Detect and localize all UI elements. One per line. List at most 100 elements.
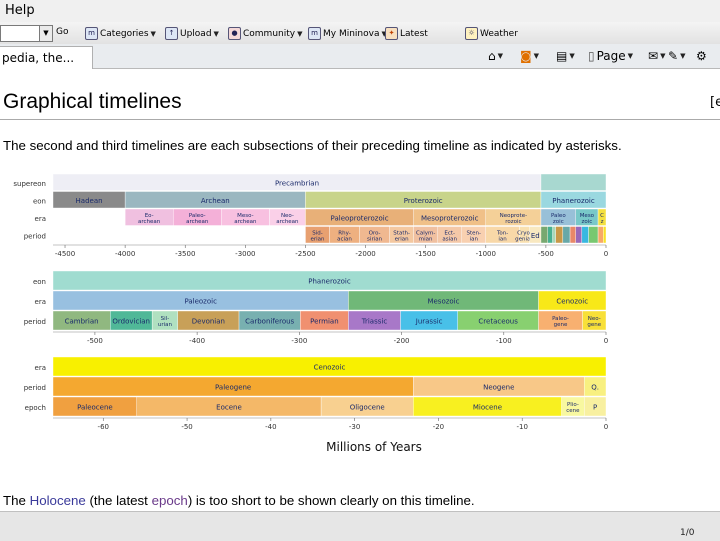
axis-tick-label: -500 — [87, 337, 103, 345]
timeline-bar-label: Cretaceous — [478, 318, 518, 326]
menu-help[interactable]: Help — [5, 3, 35, 18]
axis-tick-label: -100 — [496, 337, 512, 345]
timeline-bar — [603, 226, 607, 244]
timeline-bar-label: Cenozoic — [556, 298, 588, 306]
print-button[interactable]: ▤ ▼ — [556, 49, 575, 63]
rss-icon: ◙ — [520, 49, 532, 63]
row-label-epoch: epoch — [25, 404, 46, 412]
axis-tick-label: -20 — [433, 423, 444, 431]
timeline-bar-label: Cenozoic — [314, 364, 346, 372]
timeline-bar-label: Neo-gene — [587, 316, 601, 328]
edit-section-link[interactable]: [e — [710, 95, 720, 110]
axis-tick-label: -40 — [265, 423, 276, 431]
timeline-bar — [562, 226, 571, 244]
footer-text-pre: The — [3, 493, 30, 508]
timeline-bar-label: Plio-cene — [566, 402, 580, 414]
menu-bar: Help — [0, 0, 720, 23]
axis-tick-label: -50 — [181, 423, 192, 431]
timeline-bar — [552, 226, 556, 244]
axis-tick-label: -300 — [291, 337, 307, 345]
timeline-bar-label: Rhy-acian — [337, 230, 352, 242]
row-label-eon: eon — [33, 278, 46, 286]
axis-tick-label: -3500 — [175, 250, 195, 258]
axis-title: Millions of Years — [326, 440, 422, 454]
epoch-link[interactable]: epoch — [152, 493, 188, 508]
page-menu-label: Page — [596, 49, 626, 63]
page-title: Graphical timelines — [3, 90, 182, 113]
row-label-eon: eon — [33, 197, 46, 205]
tab-label: pedia, the... — [2, 51, 75, 65]
axis-tick-label: -60 — [98, 423, 109, 431]
tools-icon: ⚙ — [696, 49, 707, 63]
timeline-bar-label: Eocene — [216, 404, 242, 412]
axis-tick-label: -400 — [189, 337, 205, 345]
timeline-bar — [597, 226, 604, 244]
home-button[interactable]: ⌂ ▼ — [488, 49, 503, 63]
toolbar-weather[interactable]: ☼ Weather — [465, 27, 518, 40]
feeds-button[interactable]: ◙ ▼ — [520, 49, 539, 63]
chevron-down-icon: ▼ — [297, 29, 303, 38]
categories-icon: m — [85, 27, 98, 40]
row-label-era: era — [35, 298, 46, 306]
timeline-bar-label: Jurassic — [415, 318, 443, 326]
home-icon: ⌂ — [488, 49, 496, 63]
tools-button[interactable]: ⚙ — [696, 49, 707, 63]
timeline-bar-label: Cambrian — [65, 318, 99, 326]
axis-tick-label: -4500 — [55, 250, 75, 258]
timeline-bar-label: Paleogene — [215, 384, 251, 392]
timeline-bar-label: Archean — [201, 197, 230, 205]
axis-tick-label: -200 — [394, 337, 410, 345]
search-input[interactable] — [0, 25, 40, 42]
axis-tick-label: -4000 — [115, 250, 135, 258]
timeline-bar-label: Phanerozoic — [552, 197, 595, 205]
timeline-bar-label: Triassic — [361, 318, 388, 326]
community-icon: ● — [228, 27, 241, 40]
holocene-link[interactable]: Holocene — [30, 493, 86, 508]
toolbar-latest[interactable]: ✦ Latest — [385, 27, 428, 40]
timeline-bar — [569, 226, 576, 244]
toolbar-upload[interactable]: ↑ Upload ▼ — [165, 27, 219, 40]
go-label: Go — [56, 27, 69, 37]
footer-text-mid: (the latest — [85, 493, 152, 508]
chevron-down-icon: ▼ — [569, 52, 575, 60]
search-dropdown-button[interactable]: ▼ — [39, 25, 53, 42]
printer-icon: ▤ — [556, 49, 568, 63]
timeline-bar-label: Proterozoic — [404, 197, 443, 205]
timeline-bar-label: Permian — [310, 318, 339, 326]
timeline-bar-label: Calym-mian — [416, 230, 435, 242]
status-bar — [0, 511, 720, 541]
geologic-timeline-chart: supereon Precambrian eon Hadean Archean Prote… — [13, 173, 608, 454]
timeline-bar-label: Oro-sirian — [367, 230, 383, 242]
timeline-bar-label: Ton-ian — [496, 230, 508, 242]
toolbar-community[interactable]: ● Community ▼ — [228, 27, 302, 40]
toolbar-label: Upload — [180, 28, 212, 39]
timeline-bar-label: P — [593, 404, 597, 412]
axis-tick-label: 0 — [604, 250, 608, 258]
timeline-bar-label: Oligocene — [350, 404, 385, 412]
footer-paragraph: The Holocene (the latest epoch) is too s… — [3, 493, 475, 508]
edit-button[interactable]: ✎ ▼ — [668, 49, 685, 63]
timeline-bar-label: Paleo-archean — [186, 213, 209, 225]
timeline-bar-label: Meso-archean — [234, 213, 257, 225]
page-count: 1/0 — [680, 528, 695, 538]
weather-icon: ☼ — [465, 27, 478, 40]
axis-tick-label: -500 — [538, 250, 554, 258]
axis-tick-label: 0 — [604, 337, 608, 345]
tab-wikipedia[interactable]: pedia, the... — [0, 46, 93, 69]
toolbar-my-mininova[interactable]: m My Mininova▼ — [308, 27, 387, 40]
timeline-bar-label: Mesoproterozoic — [421, 214, 479, 222]
mail-button[interactable]: ✉ ▼ — [648, 49, 665, 63]
toolbar-categories[interactable]: m Categories ▼ — [85, 27, 156, 40]
row-label-supereon: supereon — [13, 180, 46, 188]
go-button[interactable]: Go — [56, 27, 68, 37]
intro-paragraph: The second and third timelines are each … — [3, 138, 622, 153]
timeline-bar-label: Paleo-gene — [552, 316, 569, 328]
timeline-bar-label: Ordovician — [112, 318, 150, 326]
timeline-bar — [581, 226, 589, 244]
timeline-bar-label: Hadean — [76, 197, 103, 205]
timeline-bar-label: Mesozoic — [427, 298, 459, 306]
axis-tick-label: -2500 — [295, 250, 315, 258]
toolbar-label: My Mininova — [323, 28, 380, 39]
page-menu[interactable]: ▯ Page ▼ — [588, 49, 633, 63]
toolbar-label: Community — [243, 28, 296, 39]
